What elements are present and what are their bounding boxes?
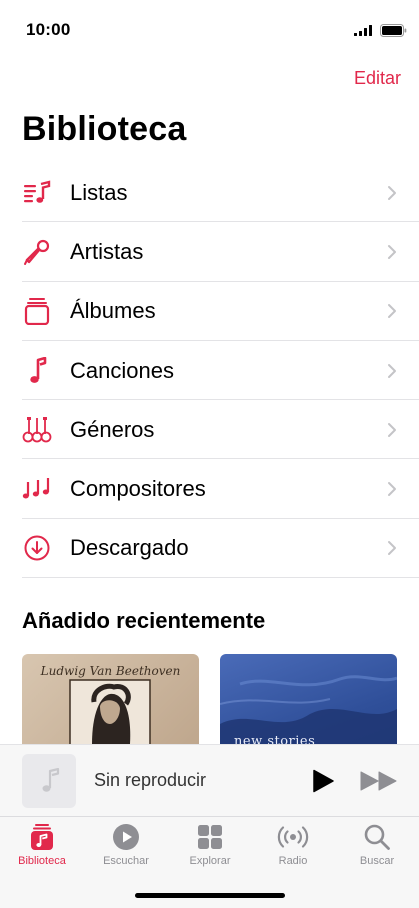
library-item-label: Descargado [70, 535, 189, 561]
tab-escuchar[interactable]: Escuchar [84, 823, 168, 873]
download-icon [22, 533, 52, 563]
play-button[interactable] [312, 769, 334, 793]
library-list: Listas Artistas Álbumes Canciones Género… [0, 163, 419, 579]
albums-icon [22, 296, 52, 326]
status-bar: 10:00 [0, 0, 419, 60]
library-item-albumes[interactable]: Álbumes [0, 282, 419, 342]
microphone-icon [22, 237, 52, 267]
recently-added-row: Ludwig Van Beethoven new stories [22, 654, 419, 744]
tab-label: Escuchar [103, 855, 149, 867]
portrait-illustration [69, 679, 151, 744]
library-item-canciones[interactable]: Canciones [0, 341, 419, 401]
chevron-right-icon [388, 185, 396, 200]
home-indicator [135, 893, 285, 898]
battery-icon [380, 24, 407, 37]
album-card-beethoven[interactable]: Ludwig Van Beethoven [22, 654, 199, 744]
artwork-placeholder [22, 754, 76, 808]
library-item-label: Álbumes [70, 298, 156, 324]
chevron-right-icon [388, 422, 396, 437]
library-item-artistas[interactable]: Artistas [0, 222, 419, 282]
tab-label: Buscar [359, 855, 395, 867]
library-item-label: Artistas [70, 238, 144, 264]
album-card-new-stories[interactable]: new stories [220, 654, 397, 744]
page-title: Biblioteca [22, 110, 187, 148]
tab-label: Radio [278, 855, 308, 867]
next-track-button[interactable] [360, 771, 398, 791]
chevron-right-icon [388, 244, 396, 259]
library-icon [31, 824, 53, 850]
signal-icon [354, 25, 372, 36]
library-item-listas[interactable]: Listas [0, 163, 419, 223]
now-playing-title: Sin reproducir [94, 770, 207, 790]
chevron-right-icon [388, 482, 396, 497]
chevron-right-icon [388, 541, 396, 556]
cover-texture [220, 675, 397, 744]
edit-button[interactable]: Editar [354, 68, 401, 89]
browse-grid-icon [198, 825, 222, 849]
radio-icon [277, 826, 309, 848]
library-item-label: Géneros [70, 416, 155, 442]
library-item-generos[interactable]: Géneros [0, 400, 419, 460]
music-note-icon [22, 356, 52, 386]
recently-added-title: Añadido recientemente [22, 608, 266, 633]
mini-player[interactable]: Sin reproducir [0, 744, 419, 816]
search-icon [364, 824, 390, 850]
chevron-right-icon [388, 304, 396, 319]
album-cover-text: new stories [234, 734, 316, 744]
chevron-right-icon [388, 363, 396, 378]
tab-radio[interactable]: Radio [251, 823, 335, 873]
library-item-label: Compositores [70, 476, 206, 502]
library-item-descargado[interactable]: Descargado [0, 519, 419, 579]
composers-icon [22, 474, 52, 504]
library-item-label: Listas [70, 179, 128, 205]
playlists-icon [22, 178, 52, 208]
tab-label: Biblioteca [18, 855, 66, 867]
library-item-compositores[interactable]: Compositores [0, 459, 419, 520]
status-time: 10:00 [26, 20, 71, 39]
tab-buscar[interactable]: Buscar [335, 823, 419, 873]
music-note-icon [42, 768, 60, 792]
tab-biblioteca[interactable]: Biblioteca [0, 823, 84, 873]
tab-label: Explorar [189, 855, 231, 867]
play-circle-icon [113, 824, 139, 850]
library-item-label: Canciones [70, 357, 174, 383]
genres-icon [22, 415, 52, 445]
tab-explorar[interactable]: Explorar [168, 823, 252, 873]
